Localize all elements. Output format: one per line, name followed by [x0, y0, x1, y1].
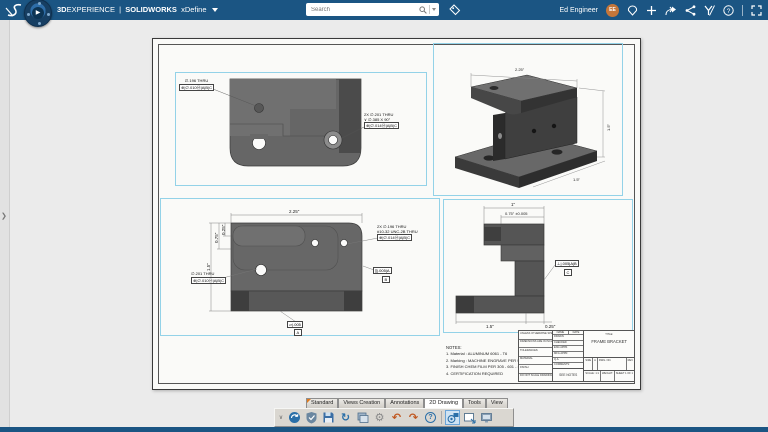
side-view-part[interactable] [455, 223, 545, 314]
sheet-cell: SHEET 1 OF 1 [615, 371, 633, 375]
lifecycle-icon[interactable] [287, 410, 302, 425]
dimension[interactable]: 1.5" [606, 124, 611, 131]
help-icon[interactable]: ? [723, 4, 734, 16]
search-icon[interactable] [419, 5, 427, 14]
compass-widget[interactable]: ▶ [24, 0, 52, 27]
dimension[interactable]: 1.5" [573, 177, 580, 182]
note-line: 4. CERTIFICATION REQUIRED [446, 370, 503, 376]
drawing-title: FRAME BRACKET [591, 339, 627, 344]
material-cell: SEE NOTES [553, 368, 584, 381]
search-divider [429, 5, 430, 14]
dimension-callout[interactable]: 2X ∅.201 THRU ∨ ∅.385 X 90° ⊕|∅.014Ⓜ|A|B… [364, 112, 400, 130]
tab-annotations[interactable]: Annotations [385, 398, 425, 408]
note-line: 3. FINISH CHEM FILM PER 305 - 601 - x8 [446, 364, 522, 370]
search-chevron-icon[interactable] [432, 8, 436, 11]
panel-expand-icon[interactable]: ❯ [1, 212, 7, 220]
user-name[interactable]: Ed Engineer [559, 7, 598, 14]
topbar-separator [742, 4, 743, 16]
compass-north-icon[interactable] [37, 1, 41, 5]
dimension[interactable]: 2.25" [289, 209, 299, 214]
brand-3d: 3D [57, 5, 67, 14]
fcf-perpendicularity[interactable]: ⊥|.005|A|B [555, 260, 579, 267]
datum-c[interactable]: C [564, 269, 572, 276]
brand-app: xDefine [181, 5, 207, 14]
toolbar-tabs: Standard Views Creation Annotations 2D D… [306, 398, 508, 408]
dimension[interactable]: 1.5" [206, 263, 211, 271]
search-input[interactable] [309, 5, 419, 14]
app-window: 3DEXPERIENCE | SOLIDWORKS xDefine Ed Eng… [0, 0, 768, 432]
dimension[interactable]: 0.75" [214, 233, 219, 243]
sheet-properties-icon[interactable] [355, 410, 370, 425]
drawing-canvas[interactable]: ❯ ∅.196 THRU ⊕|∅.010Ⓜ|A|B|C 2X ∅.201 THR… [0, 20, 768, 427]
fullscreen-icon[interactable] [751, 4, 762, 16]
tag-icon[interactable] [449, 4, 461, 16]
tab-tools[interactable]: Tools [463, 398, 486, 408]
title-block: UNLESS OTHERWISE SPECIFIED: DIMENSIONS A… [518, 330, 635, 382]
title-block-main: TITLE: FRAME BRACKET SIZE A DWG. NO. REV… [584, 331, 634, 381]
play-icon[interactable]: ▶ [32, 7, 44, 19]
save-icon[interactable] [321, 410, 336, 425]
top-bar: 3DEXPERIENCE | SOLIDWORKS xDefine Ed Eng… [0, 0, 768, 20]
new-window-icon[interactable] [462, 410, 477, 425]
monitor-icon[interactable] [479, 410, 494, 425]
toolbar-icon-bar: ∨ ↻ ⚙ ↶ ↷ ? [274, 408, 514, 427]
display-settings-icon[interactable] [445, 410, 460, 425]
dimension-callout[interactable]: ∅.196 THRU ⊕|∅.010Ⓜ|A|B|C [179, 78, 215, 91]
chevron-down-icon[interactable] [211, 8, 218, 13]
iso-view-part[interactable] [454, 74, 598, 188]
title-block-signoff: NAME DATE DRAWN CHECKED ENG APPR. MFG APP… [553, 331, 585, 381]
datum-a[interactable]: A [294, 329, 302, 336]
dimension[interactable]: 0.75" ±0.005 [505, 211, 528, 216]
brand-sep: | [119, 5, 122, 14]
pin-icon[interactable] [627, 4, 638, 16]
brand-experience: EXPERIENCE [66, 5, 115, 14]
app-title[interactable]: 3DEXPERIENCE | SOLIDWORKS xDefine [57, 0, 218, 20]
top-view-part[interactable] [229, 78, 362, 167]
search-box[interactable] [306, 3, 439, 16]
share-arrow-icon[interactable] [665, 5, 677, 16]
brand-solidworks: SOLIDWORKS [125, 5, 177, 14]
redo-icon[interactable]: ↷ [406, 410, 421, 425]
front-view-part[interactable] [230, 222, 363, 312]
toolbar-overflow-chevron-icon[interactable]: ∨ [277, 414, 285, 421]
dimension[interactable]: 1.5" [486, 324, 494, 329]
dimension[interactable]: 0.25" [221, 225, 226, 235]
title-block-tolerances: UNLESS OTHERWISE SPECIFIED: DIMENSIONS A… [519, 331, 553, 381]
tab-view[interactable]: View [485, 398, 508, 408]
weight-cell: WEIGHT: [601, 371, 615, 381]
tab-notification-marker [307, 399, 311, 403]
share-nodes-icon[interactable] [685, 4, 696, 16]
dimension-callout[interactable]: ∅.201 THRU ⊕|∅.010Ⓜ|A|B|C [191, 271, 227, 284]
scale-cell: SCALE: 1:1 [584, 371, 601, 381]
drawing-sheet[interactable]: ∅.196 THRU ⊕|∅.010Ⓜ|A|B|C 2X ∅.201 THRU … [152, 38, 641, 390]
fcf-parallelism[interactable]: ∥|.005|A [373, 267, 392, 274]
swym-icon[interactable] [704, 4, 715, 16]
add-icon[interactable] [646, 5, 657, 16]
dimension-callout[interactable]: 2X ∅.196 THRU #10-32 UNC-2B THRU ⊕|∅.014… [377, 224, 418, 242]
avatar[interactable]: EE [606, 3, 619, 17]
fcf-flatness[interactable]: ▱|.005 [287, 321, 303, 328]
tab-2d-drawing[interactable]: 2D Drawing [424, 398, 464, 408]
title-label: TITLE: [605, 333, 614, 336]
left-panel-collapsed: ❯ [0, 20, 10, 427]
dimension[interactable]: 1" [511, 202, 515, 207]
maturity-shield-icon[interactable] [304, 410, 319, 425]
dimension[interactable]: 0.25" [545, 324, 555, 329]
bottom-accent-strip [0, 427, 768, 432]
datum-b[interactable]: B [382, 276, 390, 283]
compass-west-icon[interactable] [26, 12, 30, 16]
tab-standard[interactable]: Standard [306, 398, 339, 408]
compass-east-icon[interactable] [46, 12, 50, 16]
toolbar-separator [441, 411, 442, 424]
drawing-notes: NOTES: 1. Material : ALUMINUM 6061 - T6 … [446, 345, 528, 377]
help-toolbar-icon[interactable]: ? [423, 410, 438, 425]
dimension[interactable]: 2.25" [515, 67, 524, 72]
tab-views-creation[interactable]: Views Creation [338, 398, 386, 408]
svg-text:?: ? [727, 7, 731, 14]
compass-south-icon[interactable] [37, 21, 41, 25]
refresh-icon[interactable]: ↻ [338, 410, 353, 425]
undo-icon[interactable]: ↶ [389, 410, 404, 425]
3ds-logo-icon [5, 3, 22, 17]
settings-gear-icon[interactable]: ⚙ [372, 410, 387, 425]
